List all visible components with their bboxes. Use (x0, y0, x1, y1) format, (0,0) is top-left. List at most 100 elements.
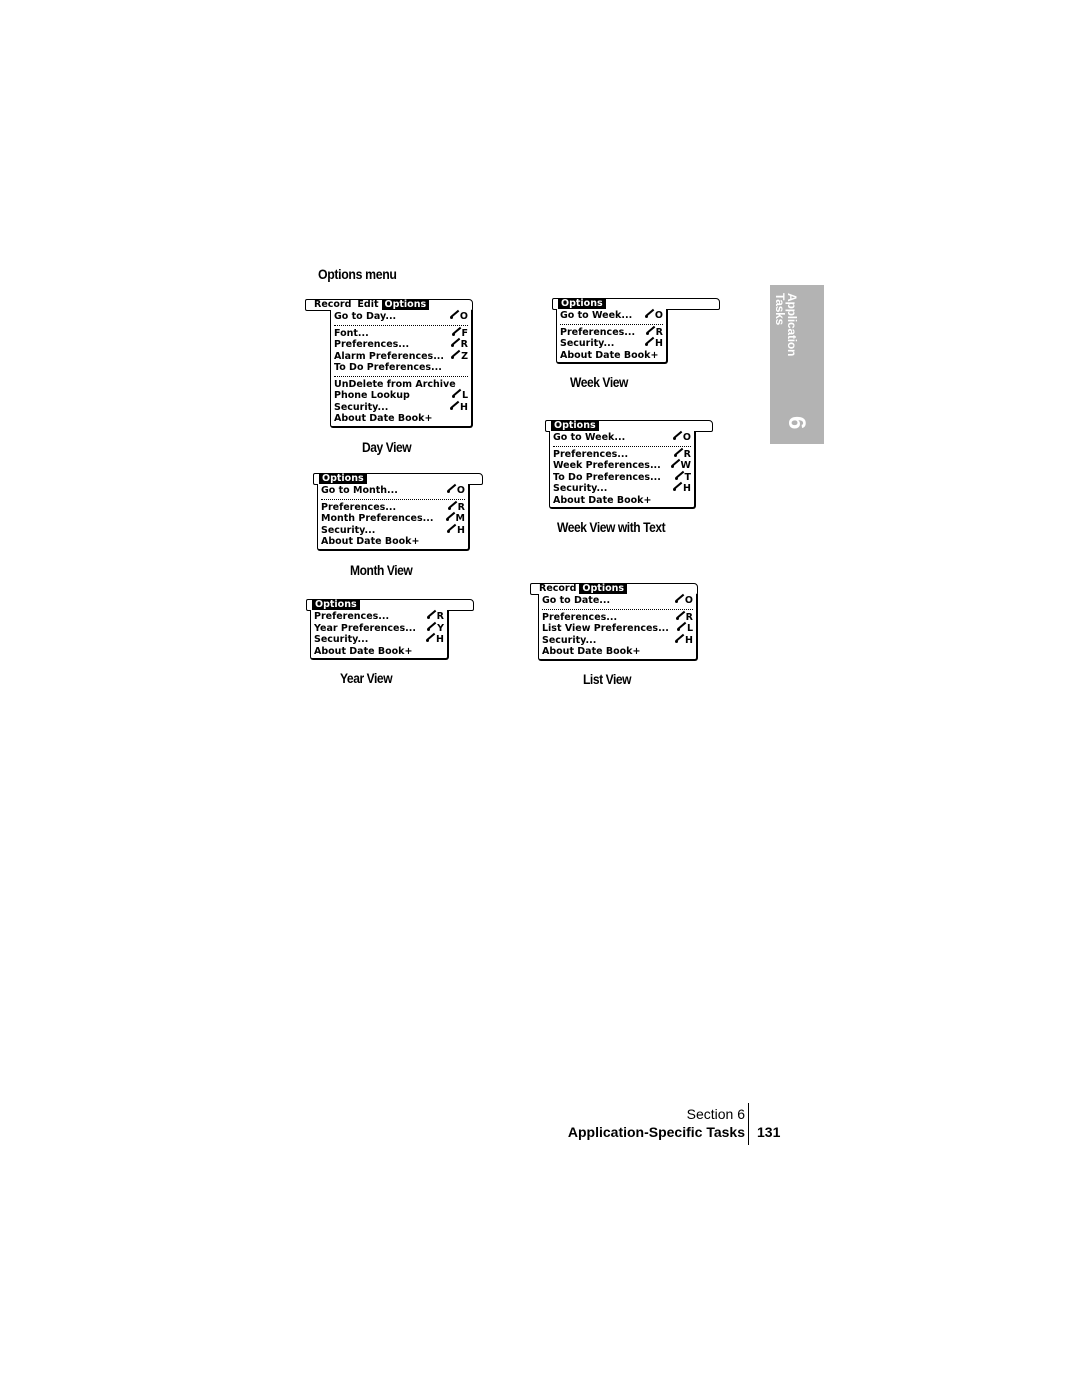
menu-bar-item-record[interactable]: Record (311, 300, 354, 310)
command-stroke-icon (426, 635, 435, 644)
menu-item-label: UnDelete from Archive (334, 378, 456, 390)
menu-item[interactable]: UnDelete from Archive (334, 379, 468, 391)
menu-shortcut: R (447, 502, 465, 514)
menu-item[interactable]: To Do Preferences... T (553, 472, 691, 484)
menu-item[interactable]: Go to Month... O (321, 485, 465, 497)
menu-shortcut: F (451, 328, 468, 340)
week-view-caption: Week View (570, 374, 628, 390)
menu-item[interactable]: About Date Book+ (560, 350, 663, 362)
options-dropdown: Go to Day... O Font... F Preferences... R Alar… (330, 310, 473, 428)
menu-item[interactable]: Security... H (334, 402, 468, 414)
command-stroke-icon (672, 433, 682, 442)
menu-item[interactable]: About Date Book+ (321, 536, 465, 548)
menu-item[interactable]: Security... H (321, 525, 465, 537)
menu-item-label: Preferences... (542, 611, 618, 623)
menu-item[interactable]: About Date Book+ (553, 495, 691, 507)
options-dropdown: Go to Week... O Preferences... R Security...… (556, 309, 668, 364)
menu-shortcut: Z (451, 351, 468, 363)
menu-item[interactable]: Preferences... R (542, 612, 693, 624)
menu-item-label: Preferences... (553, 448, 629, 460)
menu-item-label: Week Preferences... (553, 460, 661, 471)
day-view-caption: Day View (362, 439, 412, 455)
menu-item[interactable]: Font... F (334, 328, 468, 340)
menu-item[interactable]: About Date Book+ (314, 646, 444, 658)
menu-item[interactable]: Security... H (560, 338, 663, 350)
shortcut-key: Z (461, 350, 468, 362)
menu-item[interactable]: Go to Week... O (560, 310, 663, 322)
menu-shortcut: H (673, 483, 691, 495)
footer-divider (748, 1103, 749, 1145)
command-stroke-icon (644, 311, 654, 320)
menu-bar-item-options[interactable]: Options (312, 600, 360, 610)
menu-item[interactable]: Preferences... R (334, 339, 468, 351)
menu-bar-item-options[interactable]: Options (319, 474, 367, 484)
shortcut-key: H (685, 634, 693, 646)
menu-shortcut: H (450, 402, 468, 414)
menu-shortcut: H (447, 525, 465, 537)
menu-item-label: Security... (321, 524, 376, 536)
page-number: 131 (757, 1124, 781, 1140)
menu-item[interactable]: About Date Book+ (334, 413, 468, 425)
menu-item[interactable]: Phone Lookup L (334, 390, 468, 402)
menu-item[interactable]: List View Preferences... L (542, 623, 693, 635)
command-stroke-icon (446, 486, 456, 495)
menu-item-label: Alarm Preferences... (334, 350, 445, 362)
command-stroke-icon (451, 329, 461, 338)
shortcut-key: Y (437, 622, 444, 634)
menu-item[interactable]: Preferences... R (321, 502, 465, 514)
menu-item[interactable]: Preferences... R (314, 611, 444, 623)
menu-item[interactable]: Alarm Preferences... Z (334, 351, 468, 363)
menu-bar-item-options[interactable]: Options (551, 421, 599, 431)
options-menu-heading: Options menu (318, 266, 397, 282)
options-dropdown: Preferences... R Year Preferences... Y Secur… (310, 610, 449, 660)
shortcut-key: T (684, 471, 691, 483)
command-stroke-icon (676, 624, 686, 633)
shortcut-key: R (685, 611, 693, 623)
menu-shortcut: O (674, 595, 693, 607)
shortcut-key: H (683, 483, 691, 494)
menu-shortcut: R (426, 611, 444, 623)
menu-item[interactable]: Security... H (553, 483, 691, 495)
menu-bar-item-options[interactable]: Options (579, 584, 628, 594)
menu-item[interactable]: To Do Preferences... (334, 362, 468, 374)
menu-item-label: Security... (553, 483, 608, 494)
menu-item[interactable]: Year Preferences... Y (314, 623, 444, 635)
menu-shortcut: H (645, 338, 663, 350)
month-view-caption: Month View (350, 562, 413, 578)
menu-bar-item-edit[interactable]: Edit (354, 300, 381, 310)
menu-item-label: About Date Book+ (560, 349, 659, 361)
menu-item-label: Security... (542, 634, 597, 646)
menu-item-label: To Do Preferences... (334, 362, 442, 373)
menu-item[interactable]: Go to Day... O (334, 311, 468, 323)
menu-item[interactable]: Go to Date... O (542, 595, 693, 607)
menu-item[interactable]: Security... H (314, 634, 444, 646)
menu-bar-item-options[interactable]: Options (381, 300, 430, 310)
shortcut-key: O (684, 595, 693, 606)
options-dropdown: Go to Month... O Preferences... R Month Pref… (317, 484, 470, 551)
menu-item[interactable]: About Date Book+ (542, 646, 693, 658)
menu-item[interactable]: Go to Week... O (553, 432, 691, 444)
menu-item-label: Go to Day... (334, 311, 397, 322)
menu-bar-item-options[interactable]: Options (558, 299, 606, 309)
side-tab-section-number: 6 (783, 416, 810, 430)
menu-item[interactable]: Preferences... R (553, 449, 691, 461)
menu-item[interactable]: Security... H (542, 635, 693, 647)
menu-item-label: Font... (334, 327, 369, 339)
options-dropdown: Go to Week... O Preferences... R Week Prefer… (549, 431, 696, 509)
menu-shortcut: W (670, 460, 691, 472)
menu-separator (553, 445, 691, 447)
menu-item-label: To Do Preferences... (553, 471, 661, 483)
menu-item-label: About Date Book+ (321, 536, 420, 547)
shortcut-key: R (460, 339, 468, 350)
command-stroke-icon (450, 403, 459, 412)
menu-item[interactable]: Month Preferences... M (321, 513, 465, 525)
shortcut-key: O (459, 311, 468, 322)
menu-item-label: Go to Date... (542, 595, 611, 606)
menu-bar-item-record[interactable]: Record (536, 584, 579, 594)
menu-item[interactable]: Week Preferences... W (553, 460, 691, 472)
menu-separator (334, 324, 468, 326)
menu-separator (542, 608, 693, 610)
command-stroke-icon (450, 340, 460, 349)
menu-item[interactable]: Preferences... R (560, 327, 663, 339)
menu-item-label: Preferences... (321, 501, 397, 513)
